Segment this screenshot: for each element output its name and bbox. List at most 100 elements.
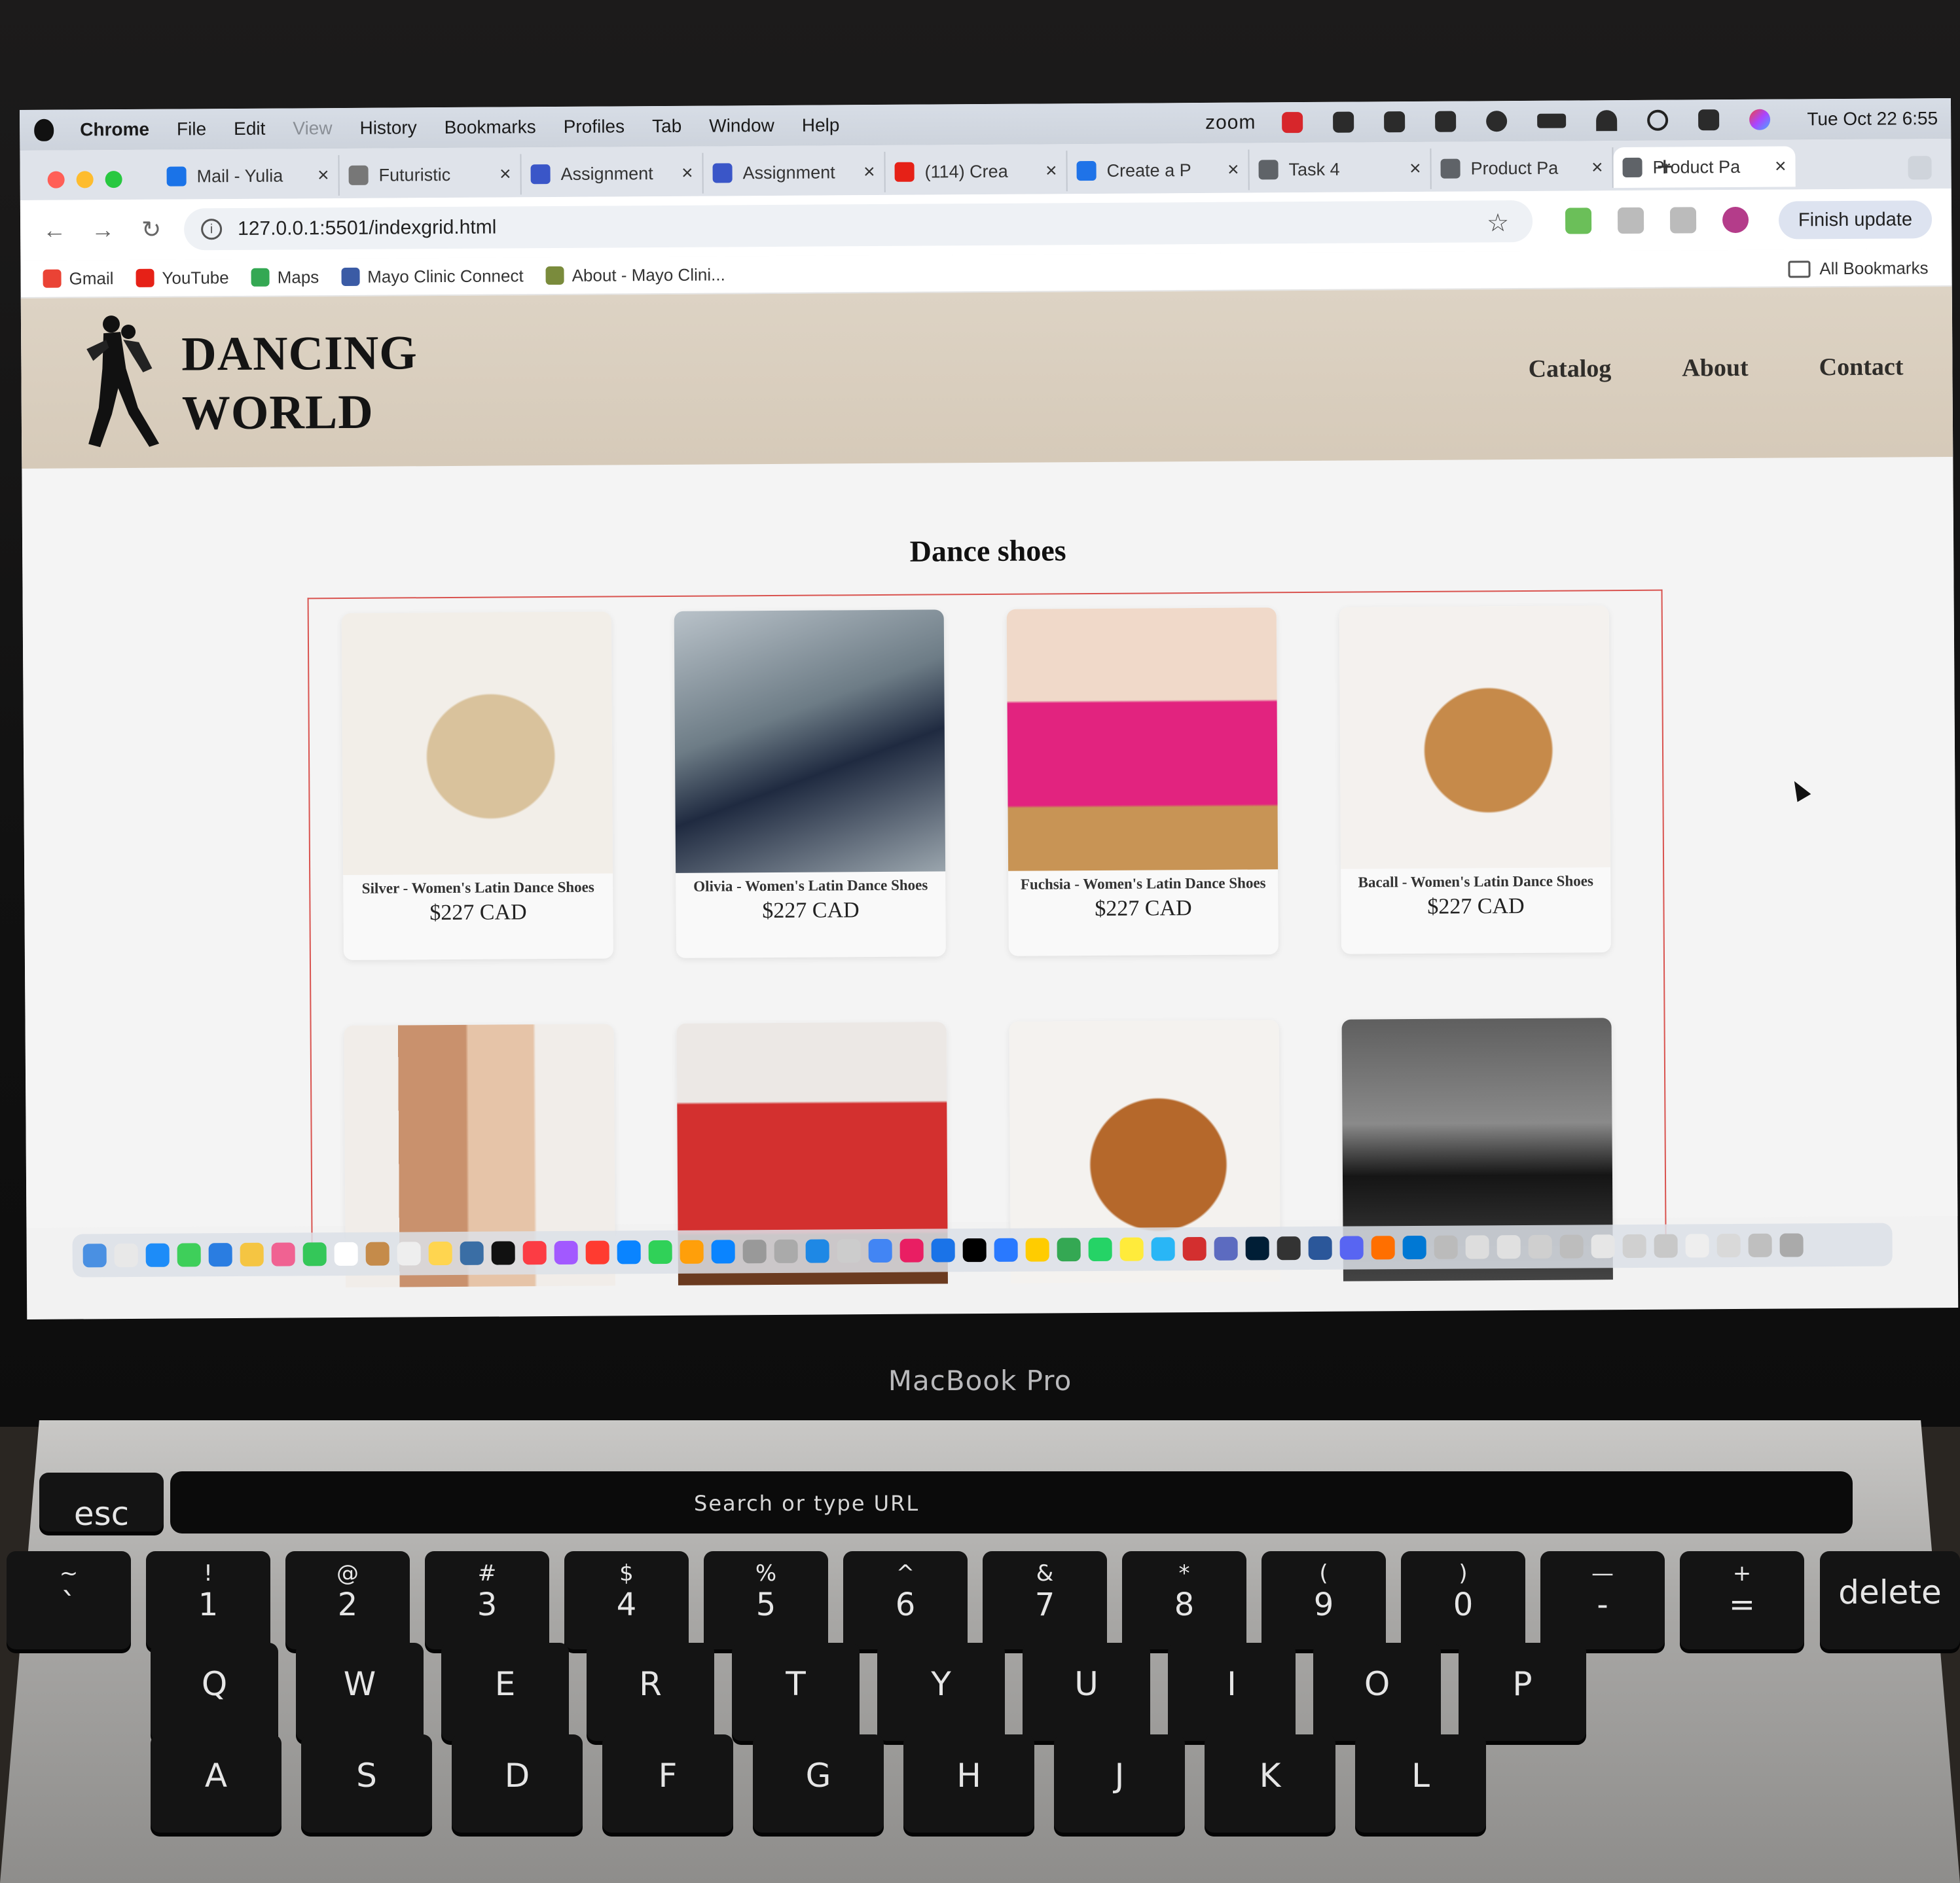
- letter-key[interactable]: L: [1355, 1734, 1486, 1833]
- dock-app-icon[interactable]: [208, 1243, 232, 1267]
- touchbar-search-field[interactable]: Search or type URL: [694, 1491, 919, 1516]
- close-tab-icon[interactable]: ×: [863, 161, 875, 183]
- close-tab-icon[interactable]: ×: [1227, 159, 1239, 181]
- dock-app-icon[interactable]: [1119, 1237, 1144, 1261]
- site-info-icon[interactable]: i: [201, 219, 223, 240]
- browser-tab[interactable]: Product Pa ×: [1431, 147, 1614, 189]
- dock-app-icon[interactable]: [1402, 1235, 1426, 1260]
- product-name[interactable]: Fuchsia - Women's Latin Dance Shoes: [1008, 874, 1278, 893]
- dock-app-icon[interactable]: [585, 1240, 609, 1264]
- dock-app-icon[interactable]: [1779, 1233, 1804, 1257]
- browser-tab[interactable]: Assignment ×: [703, 151, 886, 194]
- dock-app-icon[interactable]: [899, 1238, 924, 1263]
- bookmark-item[interactable]: Mayo Clinic Connect: [341, 266, 524, 287]
- dock-app-icon[interactable]: [994, 1238, 1018, 1262]
- product-card[interactable]: Bacall - Women's Latin Dance Shoes $227 C…: [1339, 605, 1611, 954]
- dock-app-icon[interactable]: [491, 1241, 515, 1265]
- letter-key[interactable]: S: [301, 1734, 432, 1833]
- browser-tab[interactable]: Product Pa ×: [1613, 146, 1796, 188]
- dock-app-icon[interactable]: [1465, 1235, 1489, 1259]
- dock-app-icon[interactable]: [1716, 1233, 1741, 1258]
- close-tab-icon[interactable]: ×: [499, 163, 511, 185]
- close-tab-icon[interactable]: ×: [1775, 156, 1787, 178]
- forward-arrow-icon[interactable]: →: [88, 215, 117, 244]
- number-key[interactable]: ~ `: [7, 1551, 131, 1649]
- letter-key[interactable]: W: [296, 1643, 424, 1741]
- delete-key[interactable]: delete: [1820, 1551, 1960, 1649]
- dock-app-icon[interactable]: [397, 1242, 421, 1266]
- menu-window[interactable]: Window: [709, 115, 774, 137]
- dock-app-icon[interactable]: [1025, 1238, 1049, 1262]
- letter-key[interactable]: Q: [151, 1643, 278, 1741]
- product-name[interactable]: Bacall - Women's Latin Dance Shoes: [1341, 872, 1610, 891]
- letter-key[interactable]: A: [151, 1734, 281, 1833]
- bookmark-star-icon[interactable]: ☆: [1487, 208, 1509, 238]
- escape-key[interactable]: esc: [39, 1473, 164, 1533]
- dock-app-icon[interactable]: [1088, 1237, 1112, 1262]
- url-text[interactable]: 127.0.0.1:5501/indexgrid.html: [238, 217, 496, 240]
- dock-app-icon[interactable]: [1622, 1234, 1646, 1259]
- dock-app-icon[interactable]: [742, 1240, 767, 1264]
- letter-key[interactable]: E: [441, 1643, 569, 1741]
- menu-app-name[interactable]: Chrome: [80, 119, 149, 141]
- product-card[interactable]: [1341, 1018, 1613, 1282]
- letter-key[interactable]: G: [753, 1734, 884, 1833]
- product-image[interactable]: [341, 611, 613, 876]
- dock-app-icon[interactable]: [1685, 1234, 1709, 1258]
- letter-key[interactable]: P: [1459, 1643, 1586, 1741]
- apple-icon[interactable]: [34, 118, 54, 141]
- product-image[interactable]: [1006, 607, 1279, 871]
- number-key[interactable]: #3: [425, 1551, 549, 1649]
- dock-app-icon[interactable]: [554, 1240, 578, 1265]
- dock-app-icon[interactable]: [1371, 1236, 1395, 1260]
- browser-tab[interactable]: Task 4 ×: [1249, 148, 1432, 190]
- browser-tab[interactable]: Create a P ×: [1067, 149, 1250, 192]
- product-image[interactable]: [674, 609, 946, 873]
- search-icon[interactable]: [1647, 109, 1669, 131]
- close-tab-icon[interactable]: ×: [1409, 158, 1421, 180]
- back-arrow-icon[interactable]: ←: [40, 216, 69, 245]
- product-card[interactable]: Silver - Women's Latin Dance Shoes $227 C…: [341, 611, 613, 961]
- close-tab-icon[interactable]: ×: [1045, 160, 1057, 182]
- product-image[interactable]: [1339, 605, 1611, 869]
- puzzle-extensions-icon[interactable]: [1617, 207, 1644, 234]
- status-app-icon[interactable]: [1282, 112, 1303, 134]
- dock-app-icon[interactable]: [617, 1240, 641, 1264]
- new-tab-button[interactable]: +: [1656, 151, 1673, 183]
- bookmark-item[interactable]: Gmail: [43, 268, 114, 289]
- close-tab-icon[interactable]: ×: [681, 162, 693, 185]
- menu-view[interactable]: View: [293, 118, 332, 139]
- dock-app-icon[interactable]: [302, 1242, 327, 1266]
- finish-update-button[interactable]: Finish update: [1778, 200, 1933, 240]
- letter-key[interactable]: R: [587, 1643, 714, 1741]
- number-key[interactable]: — -: [1540, 1551, 1665, 1649]
- product-card[interactable]: [1009, 1020, 1280, 1283]
- number-key[interactable]: ^ 6: [843, 1551, 968, 1649]
- all-bookmarks-button[interactable]: All Bookmarks: [1788, 258, 1929, 279]
- letter-key[interactable]: T: [732, 1643, 860, 1741]
- minimize-window-button[interactable]: [76, 171, 94, 188]
- dock-app-icon[interactable]: [1528, 1234, 1552, 1259]
- dancers-logo-icon[interactable]: [60, 310, 172, 454]
- letter-key[interactable]: U: [1023, 1643, 1150, 1741]
- menu-file[interactable]: File: [177, 118, 206, 139]
- status-app-icon[interactable]: [1384, 111, 1406, 133]
- dock-app-icon[interactable]: [1339, 1236, 1364, 1260]
- dock-app-icon[interactable]: [648, 1240, 672, 1264]
- product-card[interactable]: Olivia - Women's Latin Dance Shoes $227 C…: [674, 609, 946, 958]
- number-key[interactable]: $4: [564, 1551, 689, 1649]
- dock-app-icon[interactable]: [271, 1242, 295, 1266]
- dock-app-icon[interactable]: [1182, 1236, 1207, 1261]
- zoom-menu-item[interactable]: zoom: [1205, 111, 1256, 134]
- bookmark-item[interactable]: YouTube: [136, 268, 229, 289]
- dock-app-icon[interactable]: [1057, 1238, 1081, 1262]
- tab-search-icon[interactable]: [1908, 156, 1932, 180]
- number-key[interactable]: & 7: [983, 1551, 1107, 1649]
- dock-app-icon[interactable]: [145, 1243, 170, 1267]
- number-key[interactable]: ) 0: [1401, 1551, 1525, 1649]
- letter-key[interactable]: H: [903, 1734, 1034, 1833]
- dock-app-icon[interactable]: [774, 1239, 798, 1263]
- product-card[interactable]: Fuchsia - Women's Latin Dance Shoes $227 …: [1006, 607, 1279, 956]
- extension-icon[interactable]: [1565, 207, 1592, 234]
- number-key[interactable]: (9: [1261, 1551, 1386, 1649]
